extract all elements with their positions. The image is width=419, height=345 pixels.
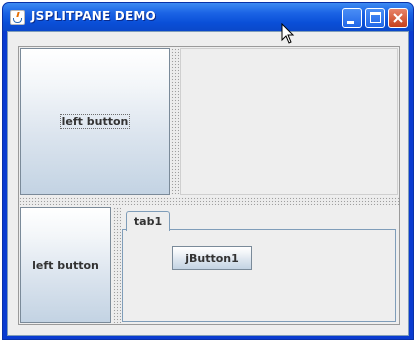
jbutton1-button-label: jButton1 xyxy=(185,251,239,265)
top-right-panel xyxy=(180,48,398,195)
bottom-left-button-label: left button xyxy=(32,258,99,272)
tab-content-panel xyxy=(122,229,396,322)
java-coffee-cup-icon[interactable] xyxy=(10,10,25,25)
window-title: JSPLITPANE DEMO xyxy=(31,9,156,23)
top-split-divider[interactable] xyxy=(171,48,179,195)
minimize-icon xyxy=(347,21,354,24)
bottom-split-divider[interactable] xyxy=(113,207,121,323)
mouse-pointer-icon xyxy=(281,23,295,44)
minimize-button[interactable] xyxy=(342,8,362,28)
top-left-button-label: left button xyxy=(59,114,131,129)
bottom-left-button[interactable]: left button xyxy=(20,207,111,323)
maximize-icon xyxy=(370,12,381,23)
title-bar[interactable]: JSPLITPANE DEMO xyxy=(3,3,413,31)
close-button[interactable] xyxy=(388,8,408,28)
main-split-divider[interactable] xyxy=(19,197,399,205)
tab-tab1-label: tab1 xyxy=(133,215,163,228)
tab-tab1[interactable]: tab1 xyxy=(126,211,170,231)
maximize-button[interactable] xyxy=(365,8,385,28)
close-icon xyxy=(393,13,403,23)
top-left-button[interactable]: left button xyxy=(20,48,170,195)
jbutton1-button[interactable]: jButton1 xyxy=(172,246,252,270)
